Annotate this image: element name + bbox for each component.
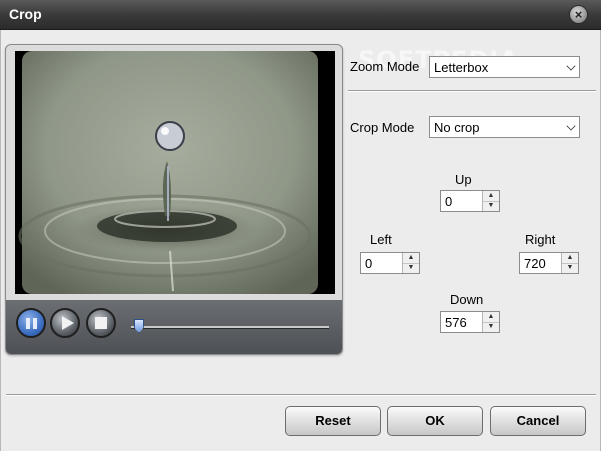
play-icon bbox=[62, 316, 74, 330]
close-button[interactable]: × bbox=[569, 5, 588, 24]
left-value: 0 bbox=[365, 256, 373, 271]
seek-slider-thumb[interactable] bbox=[133, 319, 144, 333]
chevron-down-icon bbox=[566, 61, 576, 71]
crop-mode-select[interactable]: No crop bbox=[429, 116, 580, 138]
play-button[interactable] bbox=[50, 308, 80, 338]
close-icon: × bbox=[574, 7, 583, 22]
reset-button[interactable]: Reset bbox=[285, 406, 381, 436]
right-decrement-button[interactable]: ▼ bbox=[562, 263, 578, 273]
bottom-separator bbox=[6, 394, 596, 396]
right-spinbox[interactable]: 720 ▲ ▼ bbox=[519, 252, 579, 274]
crop-mode-value: No crop bbox=[434, 120, 480, 135]
crop-mode-label: Crop Mode bbox=[350, 120, 415, 135]
video-player bbox=[5, 44, 343, 355]
up-label: Up bbox=[455, 172, 472, 187]
separator bbox=[348, 90, 596, 92]
water-drop-image bbox=[15, 51, 335, 294]
left-decrement-button[interactable]: ▼ bbox=[403, 263, 419, 273]
window-title: Crop bbox=[9, 6, 42, 22]
zoom-mode-select[interactable]: Letterbox bbox=[429, 56, 580, 78]
down-decrement-button[interactable]: ▼ bbox=[483, 322, 499, 332]
playback-controls bbox=[6, 300, 342, 354]
up-decrement-button[interactable]: ▼ bbox=[483, 201, 499, 211]
zoom-mode-label: Zoom Mode bbox=[350, 59, 420, 74]
down-value: 576 bbox=[445, 315, 467, 330]
video-preview bbox=[15, 51, 335, 294]
title-bar[interactable]: Crop × bbox=[0, 0, 601, 30]
down-label: Down bbox=[450, 292, 484, 307]
up-value: 0 bbox=[445, 194, 453, 209]
down-spinbox[interactable]: 576 ▲ ▼ bbox=[440, 311, 500, 333]
stop-icon bbox=[95, 317, 107, 329]
up-spinbox[interactable]: 0 ▲ ▼ bbox=[440, 190, 500, 212]
seek-track[interactable] bbox=[131, 326, 329, 329]
ok-button[interactable]: OK bbox=[387, 406, 483, 436]
right-label: Right bbox=[525, 232, 556, 247]
pause-button[interactable] bbox=[16, 308, 46, 338]
cancel-button[interactable]: Cancel bbox=[490, 406, 586, 436]
right-value: 720 bbox=[524, 256, 546, 271]
zoom-mode-value: Letterbox bbox=[434, 60, 489, 75]
stop-button[interactable] bbox=[86, 308, 116, 338]
left-spinbox[interactable]: 0 ▲ ▼ bbox=[360, 252, 420, 274]
left-label: Left bbox=[370, 232, 392, 247]
chevron-down-icon bbox=[566, 121, 576, 131]
